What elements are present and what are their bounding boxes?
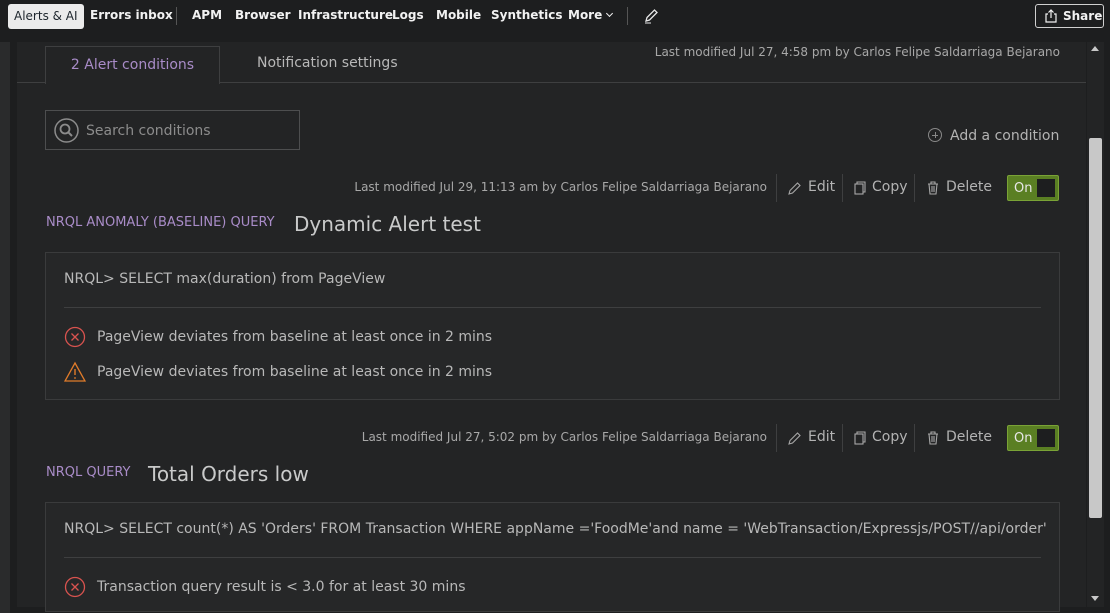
delete-label: Delete (946, 429, 992, 445)
critical-x-icon (64, 326, 86, 348)
nrql-query: NRQL> SELECT count(*) AS 'Orders' FROM T… (64, 521, 1047, 537)
edit-button[interactable]: Edit (788, 429, 836, 445)
edit-label: Edit (808, 429, 836, 445)
condition-card: NRQL> SELECT max(duration) from PageView… (45, 252, 1060, 400)
action-divider (776, 424, 777, 452)
scrollbar-thumb[interactable] (1089, 138, 1102, 518)
left-sidebar-edge (0, 42, 10, 613)
action-divider (914, 174, 915, 202)
nav-item-apm[interactable]: APM (192, 8, 222, 22)
chevron-down-icon (606, 9, 614, 18)
critical-threshold-text: PageView deviates from baseline at least… (97, 329, 493, 345)
condition-name[interactable]: Dynamic Alert test (294, 212, 481, 236)
scroll-down-arrow[interactable] (1091, 596, 1099, 601)
trash-icon (928, 181, 938, 195)
condition-card: NRQL> SELECT count(*) AS 'Orders' FROM T… (45, 502, 1060, 612)
policy-last-modified: Last modified Jul 27, 4:58 pm by Carlos … (654, 45, 1060, 59)
nav-item-mobile[interactable]: Mobile (436, 8, 481, 22)
condition-type: NRQL QUERY (46, 465, 131, 480)
action-divider (914, 424, 915, 452)
delete-button[interactable]: Delete (928, 429, 992, 445)
tab-alert-conditions[interactable]: 2 Alert conditions (45, 46, 220, 84)
pencil-icon (788, 432, 801, 445)
share-button[interactable]: Share (1035, 4, 1104, 28)
search-icon (54, 118, 79, 143)
tab-notification-settings[interactable]: Notification settings (257, 55, 398, 71)
search-placeholder: Search conditions (86, 123, 211, 139)
warning-triangle-icon (64, 361, 86, 382)
critical-threshold-text: Transaction query result is < 3.0 for at… (97, 579, 466, 595)
add-condition-button[interactable]: Add a condition (928, 126, 1059, 144)
plus-circle-icon (928, 128, 942, 142)
search-input[interactable]: Search conditions (45, 110, 300, 150)
nav-item-synthetics[interactable]: Synthetics (491, 8, 563, 22)
action-divider (842, 424, 843, 452)
share-label: Share (1063, 9, 1103, 23)
copy-button[interactable]: Copy (854, 429, 908, 445)
nav-item-logs[interactable]: Logs (392, 8, 424, 22)
delete-label: Delete (946, 179, 992, 195)
action-divider (776, 174, 777, 202)
pencil-icon (788, 182, 801, 195)
nav-item-alerts[interactable]: Alerts & AI (8, 4, 84, 29)
nav-divider (176, 7, 177, 25)
nav-item-browser[interactable]: Browser (235, 8, 291, 22)
pencil-icon[interactable] (643, 8, 659, 24)
card-divider (64, 307, 1041, 308)
toggle-knob (1037, 179, 1055, 197)
toggle-label: On (1014, 181, 1033, 196)
add-condition-label: Add a condition (950, 128, 1060, 144)
condition-enabled-toggle[interactable]: On (1007, 175, 1059, 201)
edit-button[interactable]: Edit (788, 179, 836, 195)
toggle-label: On (1014, 431, 1033, 446)
nav-item-infrastructure[interactable]: Infrastructure (298, 8, 393, 22)
nav-more-label: More (568, 8, 603, 22)
copy-icon (854, 181, 866, 195)
nav-divider (627, 7, 628, 25)
condition-last-modified: Last modified Jul 29, 11:13 am by Carlos… (354, 180, 767, 194)
scroll-up-arrow[interactable] (1091, 46, 1099, 51)
toggle-knob (1037, 429, 1055, 447)
top-nav: Alerts & AI Errors inbox APM Browser Inf… (0, 0, 1110, 32)
delete-button[interactable]: Delete (928, 179, 992, 195)
copy-icon (854, 431, 866, 445)
condition-last-modified: Last modified Jul 27, 5:02 pm by Carlos … (361, 430, 767, 444)
trash-icon (928, 431, 938, 445)
condition-name[interactable]: Total Orders low (148, 462, 309, 486)
nav-more-menu[interactable]: More (568, 8, 614, 22)
copy-button[interactable]: Copy (854, 179, 908, 195)
warning-threshold-text: PageView deviates from baseline at least… (97, 364, 493, 380)
nrql-query: NRQL> SELECT max(duration) from PageView (64, 271, 386, 287)
action-divider (842, 174, 843, 202)
condition-type: NRQL ANOMALY (BASELINE) QUERY (46, 215, 275, 230)
copy-label: Copy (872, 429, 908, 445)
share-icon (1045, 9, 1057, 23)
condition-enabled-toggle[interactable]: On (1007, 425, 1059, 451)
card-divider (64, 557, 1041, 558)
edit-label: Edit (808, 179, 836, 195)
nav-item-errors-inbox[interactable]: Errors inbox (90, 8, 173, 22)
copy-label: Copy (872, 179, 908, 195)
critical-x-icon (64, 576, 86, 598)
